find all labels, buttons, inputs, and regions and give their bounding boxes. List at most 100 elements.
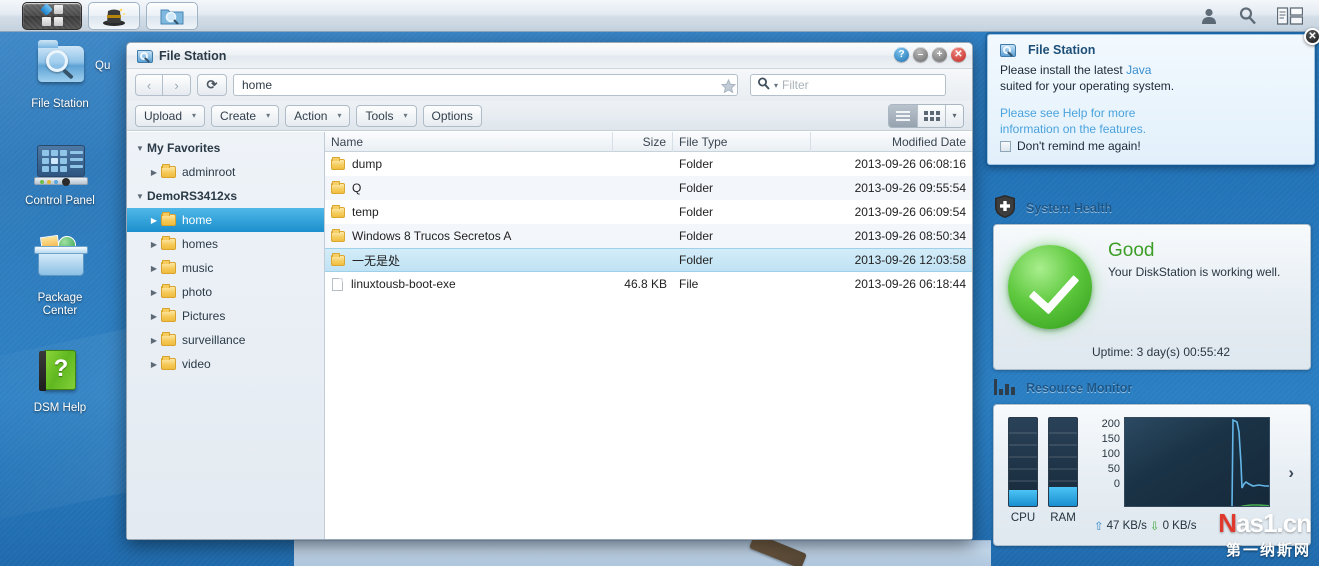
column-header-file-type[interactable]: File Type xyxy=(673,132,811,152)
column-header-modified-date[interactable]: Modified Date xyxy=(811,132,972,152)
resource-monitor-panel: CPU RAM 200 150 100 50 0 ⇧ 47 KB/s ⇩ 0 K… xyxy=(993,404,1311,546)
desktop-widgets-panel: ✕ File Station Please install the latest… xyxy=(985,28,1319,566)
system-health-widget: System Health Good Your DiskStation is w… xyxy=(985,192,1319,370)
action-button[interactable]: Action ▾ xyxy=(285,104,351,127)
tree-item-video[interactable]: ▶ video xyxy=(127,352,324,376)
chevron-right-icon[interactable]: ▶ xyxy=(147,168,161,177)
download-arrow-icon: ⇩ xyxy=(1149,521,1160,533)
main-menu-button[interactable] xyxy=(22,1,82,30)
nav-history-buttons: ‹ › xyxy=(135,74,191,96)
maximize-button[interactable]: + xyxy=(932,47,947,62)
folder-icon xyxy=(331,204,345,218)
file-type: Folder xyxy=(679,229,714,243)
close-icon[interactable]: ✕ xyxy=(1304,28,1319,45)
upload-speed: 47 KB/s xyxy=(1106,520,1147,532)
dont-remind-row[interactable]: Don't remind me again! xyxy=(1000,139,1302,153)
table-row[interactable]: linuxtousb-boot-exe 46.8 KB File 2013-09… xyxy=(325,272,972,296)
chart-y-axis: 200 150 100 50 0 xyxy=(1094,417,1120,492)
table-row[interactable]: temp Folder 2013-09-26 06:09:54 xyxy=(325,200,972,224)
chevron-down-icon[interactable]: ▼ xyxy=(133,192,147,201)
table-row[interactable]: Windows 8 Trucos Secretos A Folder 2013-… xyxy=(325,224,972,248)
thumbnail-view-button[interactable] xyxy=(917,104,945,127)
column-header-name[interactable]: Name xyxy=(325,132,613,152)
user-icon[interactable] xyxy=(1200,7,1218,25)
desktop-icon-dsm-help[interactable]: ? DSM Help xyxy=(5,344,115,415)
folder-tree: ▼ My Favorites ▶ adminroot ▼ DemoRS3412x… xyxy=(127,132,325,539)
chevron-down-icon: ▾ xyxy=(266,111,271,120)
y-tick: 200 xyxy=(1101,418,1120,430)
filter-input[interactable]: ▾ Filter xyxy=(750,74,946,96)
taskbar-app-buttons xyxy=(0,0,198,31)
chevron-right-icon[interactable]: ▶ xyxy=(147,264,161,273)
java-link[interactable]: Java xyxy=(1126,63,1151,77)
help-button[interactable]: ? xyxy=(894,47,909,62)
minimize-button[interactable]: – xyxy=(913,47,928,62)
next-widget-button[interactable]: › xyxy=(1288,463,1294,483)
tools-button[interactable]: Tools ▾ xyxy=(356,104,417,127)
tree-item-pictures[interactable]: ▶ Pictures xyxy=(127,304,324,328)
resource-monitor-widget: Resource Monitor CPU RAM 200 150 100 50 … xyxy=(985,372,1319,546)
table-row[interactable]: Q Folder 2013-09-26 09:55:54 xyxy=(325,176,972,200)
file-list-header: Name Size File Type Modified Date xyxy=(325,132,972,152)
desktop-icon-label: Control Panel xyxy=(25,195,95,207)
taskbar-button-file-station[interactable] xyxy=(146,1,198,30)
tree-item-photo[interactable]: ▶ photo xyxy=(127,280,324,304)
file-size xyxy=(613,249,673,271)
chevron-right-icon[interactable]: ▶ xyxy=(147,216,161,225)
table-row[interactable]: 一无是处 Folder 2013-09-26 12:03:58 xyxy=(325,248,972,272)
dont-remind-checkbox[interactable] xyxy=(1000,140,1011,152)
chevron-right-icon[interactable]: ▶ xyxy=(147,240,161,249)
back-button[interactable]: ‹ xyxy=(135,74,163,96)
folder-search-icon xyxy=(160,9,184,25)
chevron-down-icon: ▾ xyxy=(403,111,408,120)
taskbar-button-package-magic[interactable] xyxy=(88,1,140,30)
folder-search-icon xyxy=(1000,43,1016,57)
folder-icon xyxy=(161,260,176,274)
upload-button[interactable]: Upload ▾ xyxy=(135,104,206,127)
grid-squares-icon xyxy=(39,3,63,26)
chevron-down-icon[interactable]: ▾ xyxy=(774,81,778,90)
column-header-size[interactable]: Size xyxy=(613,132,673,152)
window-controls: ? – + ✕ xyxy=(894,47,966,62)
tree-item-surveillance[interactable]: ▶ surveillance xyxy=(127,328,324,352)
options-label: Options xyxy=(431,108,473,123)
shield-icon xyxy=(993,194,1017,222)
create-button[interactable]: Create ▾ xyxy=(211,104,280,127)
view-options-caret[interactable]: ▾ xyxy=(945,104,963,127)
desktop-icon-file-station[interactable]: File Station xyxy=(5,40,115,111)
tree-item-music[interactable]: ▶ music xyxy=(127,256,324,280)
tree-item-adminroot[interactable]: ▶ adminroot xyxy=(127,160,324,184)
tree-item-home[interactable]: ▶ home xyxy=(127,208,324,232)
options-button[interactable]: Options xyxy=(422,104,482,127)
widgets-icon[interactable] xyxy=(1277,6,1303,25)
list-view-button[interactable] xyxy=(889,104,917,127)
refresh-button[interactable]: ⟳ xyxy=(197,74,227,96)
tree-item-homes[interactable]: ▶ homes xyxy=(127,232,324,256)
help-link[interactable]: Please see Help for more information on … xyxy=(1000,105,1302,137)
window-body: ▼ My Favorites ▶ adminroot ▼ DemoRS3412x… xyxy=(127,131,972,539)
desktop-icon-control-panel[interactable]: Control Panel xyxy=(5,137,115,208)
tree-group-demors3412xs[interactable]: ▼ DemoRS3412xs xyxy=(127,184,324,208)
tree-group-my-favorites[interactable]: ▼ My Favorites xyxy=(127,136,324,160)
table-row[interactable]: dump Folder 2013-09-26 06:08:16 xyxy=(325,152,972,176)
star-icon[interactable] xyxy=(720,78,737,94)
chevron-right-icon[interactable]: ▶ xyxy=(147,336,161,345)
forward-button[interactable]: › xyxy=(163,74,191,96)
search-icon[interactable] xyxy=(1238,6,1257,25)
close-button[interactable]: ✕ xyxy=(951,47,966,62)
path-input[interactable]: home xyxy=(233,74,738,96)
window-titlebar[interactable]: File Station ? – + ✕ xyxy=(127,43,972,69)
chevron-right-icon[interactable]: ▶ xyxy=(147,360,161,369)
chevron-down-icon[interactable]: ▼ xyxy=(133,144,147,153)
bar-chart-icon xyxy=(993,377,1017,400)
chevron-right-icon[interactable]: ▶ xyxy=(147,288,161,297)
folder-icon xyxy=(161,356,176,370)
upload-label: Upload xyxy=(144,108,183,123)
desktop-icon-package-center[interactable]: Package Center xyxy=(5,234,115,318)
chevron-right-icon[interactable]: ▶ xyxy=(147,312,161,321)
download-speed: 0 KB/s xyxy=(1162,520,1197,532)
file-station-window: File Station ? – + ✕ ‹ › ⟳ home ▾ Filter xyxy=(126,42,973,540)
file-name: 一无是处 xyxy=(352,253,401,268)
cpu-label: CPU xyxy=(1010,512,1036,524)
folder-icon xyxy=(161,284,176,298)
